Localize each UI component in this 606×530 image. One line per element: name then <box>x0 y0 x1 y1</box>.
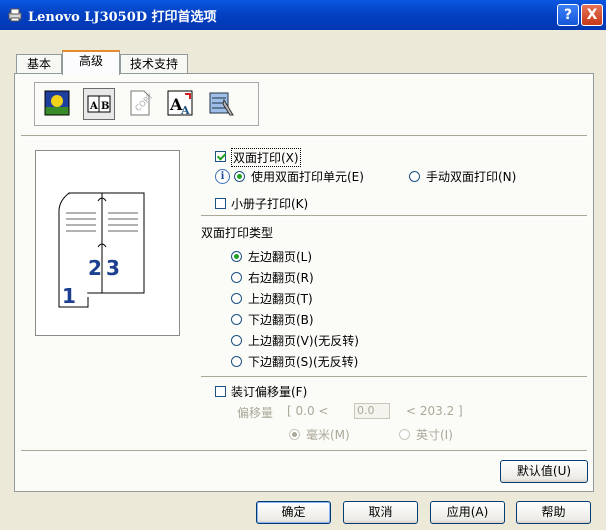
advanced-tab-panel: A B COPY A A 2 3 1 双面打印(X) i 使用双面打印单元(E)… <box>14 73 594 492</box>
cancel-button[interactable]: 取消 <box>343 501 418 524</box>
svg-text:B: B <box>101 101 109 112</box>
booklet-checkbox[interactable] <box>215 198 226 209</box>
duplex-type-radio[interactable] <box>231 293 242 304</box>
duplex-unit-label: 使用双面打印单元(E) <box>251 170 364 184</box>
preview-page-2: 2 <box>88 256 102 280</box>
svg-text:A: A <box>180 104 190 117</box>
duplex-type-label: 右边翻页(R) <box>248 271 314 285</box>
apply-button[interactable]: 应用(A) <box>430 501 505 524</box>
duplex-type-heading: 双面打印类型 <box>201 226 274 240</box>
duplex-type-label: 上边翻页(T) <box>248 292 313 306</box>
offset-label: 偏移量 <box>237 406 274 420</box>
offset-max-text: < 203.2 ] <box>406 404 463 418</box>
feature-icon-strip: A B COPY A A <box>34 82 259 126</box>
tab-advanced[interactable]: 高级 <box>62 50 120 75</box>
manual-duplex-label: 手动双面打印(N) <box>426 170 517 184</box>
svg-text:A: A <box>89 101 98 112</box>
binding-offset-label: 装订偏移量(F) <box>231 385 308 399</box>
unit-inch-label: 英寸(I) <box>416 428 453 442</box>
printer-icon <box>8 8 22 22</box>
manual-duplex-radio[interactable] <box>409 171 420 182</box>
print-quality-icon[interactable] <box>42 88 74 120</box>
binding-offset-checkbox[interactable] <box>215 386 226 397</box>
preview-page-1: 1 <box>62 284 76 308</box>
duplex-type-radio[interactable] <box>231 272 242 283</box>
duplex-preview: 2 3 1 <box>35 150 180 336</box>
preview-page-3: 3 <box>106 256 120 280</box>
default-button[interactable]: 默认值(U) <box>500 460 588 483</box>
bottom-divider <box>21 450 587 454</box>
duplex-type-label: 下边翻页(B) <box>248 313 314 327</box>
offset-min-text: [ 0.0 < <box>287 404 329 418</box>
booklet-label: 小册子打印(K) <box>231 197 309 211</box>
device-options-icon[interactable] <box>206 88 238 120</box>
unit-inch-radio[interactable] <box>399 429 410 440</box>
duplex-type-label: 左边翻页(L) <box>248 250 313 264</box>
top-divider <box>21 135 587 139</box>
duplex-type-radio[interactable] <box>231 335 242 346</box>
ok-button[interactable]: 确定 <box>256 501 331 524</box>
title-bar: Lenovo LJ3050D 打印首选项 ? X <box>0 0 606 30</box>
tab-support[interactable]: 技术支持 <box>120 54 188 74</box>
binding-divider <box>201 376 587 380</box>
unit-mm-label: 毫米(M) <box>306 428 350 442</box>
duplex-type-label: 上边翻页(V)(无反转) <box>248 334 359 348</box>
duplex-type-radio[interactable] <box>231 356 242 367</box>
info-icon: i <box>215 169 230 184</box>
duplex-type-label: 下边翻页(S)(无反转) <box>248 355 359 369</box>
close-button[interactable]: X <box>581 4 603 26</box>
duplex-unit-radio[interactable] <box>234 171 245 182</box>
page-setting-icon[interactable]: A A <box>165 88 197 120</box>
duplex-label: 双面打印(X) <box>231 148 301 167</box>
duplex-icon[interactable]: A B <box>83 88 115 120</box>
offset-input[interactable]: 0.0 <box>354 403 390 419</box>
duplex-type-radio[interactable] <box>231 251 242 262</box>
middle-divider <box>201 215 587 219</box>
duplex-checkbox[interactable] <box>215 151 226 162</box>
duplex-type-radio[interactable] <box>231 314 242 325</box>
window-title: Lenovo LJ3050D 打印首选项 <box>28 10 217 25</box>
unit-mm-radio[interactable] <box>289 429 300 440</box>
tab-basic[interactable]: 基本 <box>16 54 62 74</box>
help-button[interactable]: 帮助 <box>516 501 591 524</box>
watermark-icon[interactable]: COPY <box>124 88 156 120</box>
help-title-button[interactable]: ? <box>557 4 579 26</box>
